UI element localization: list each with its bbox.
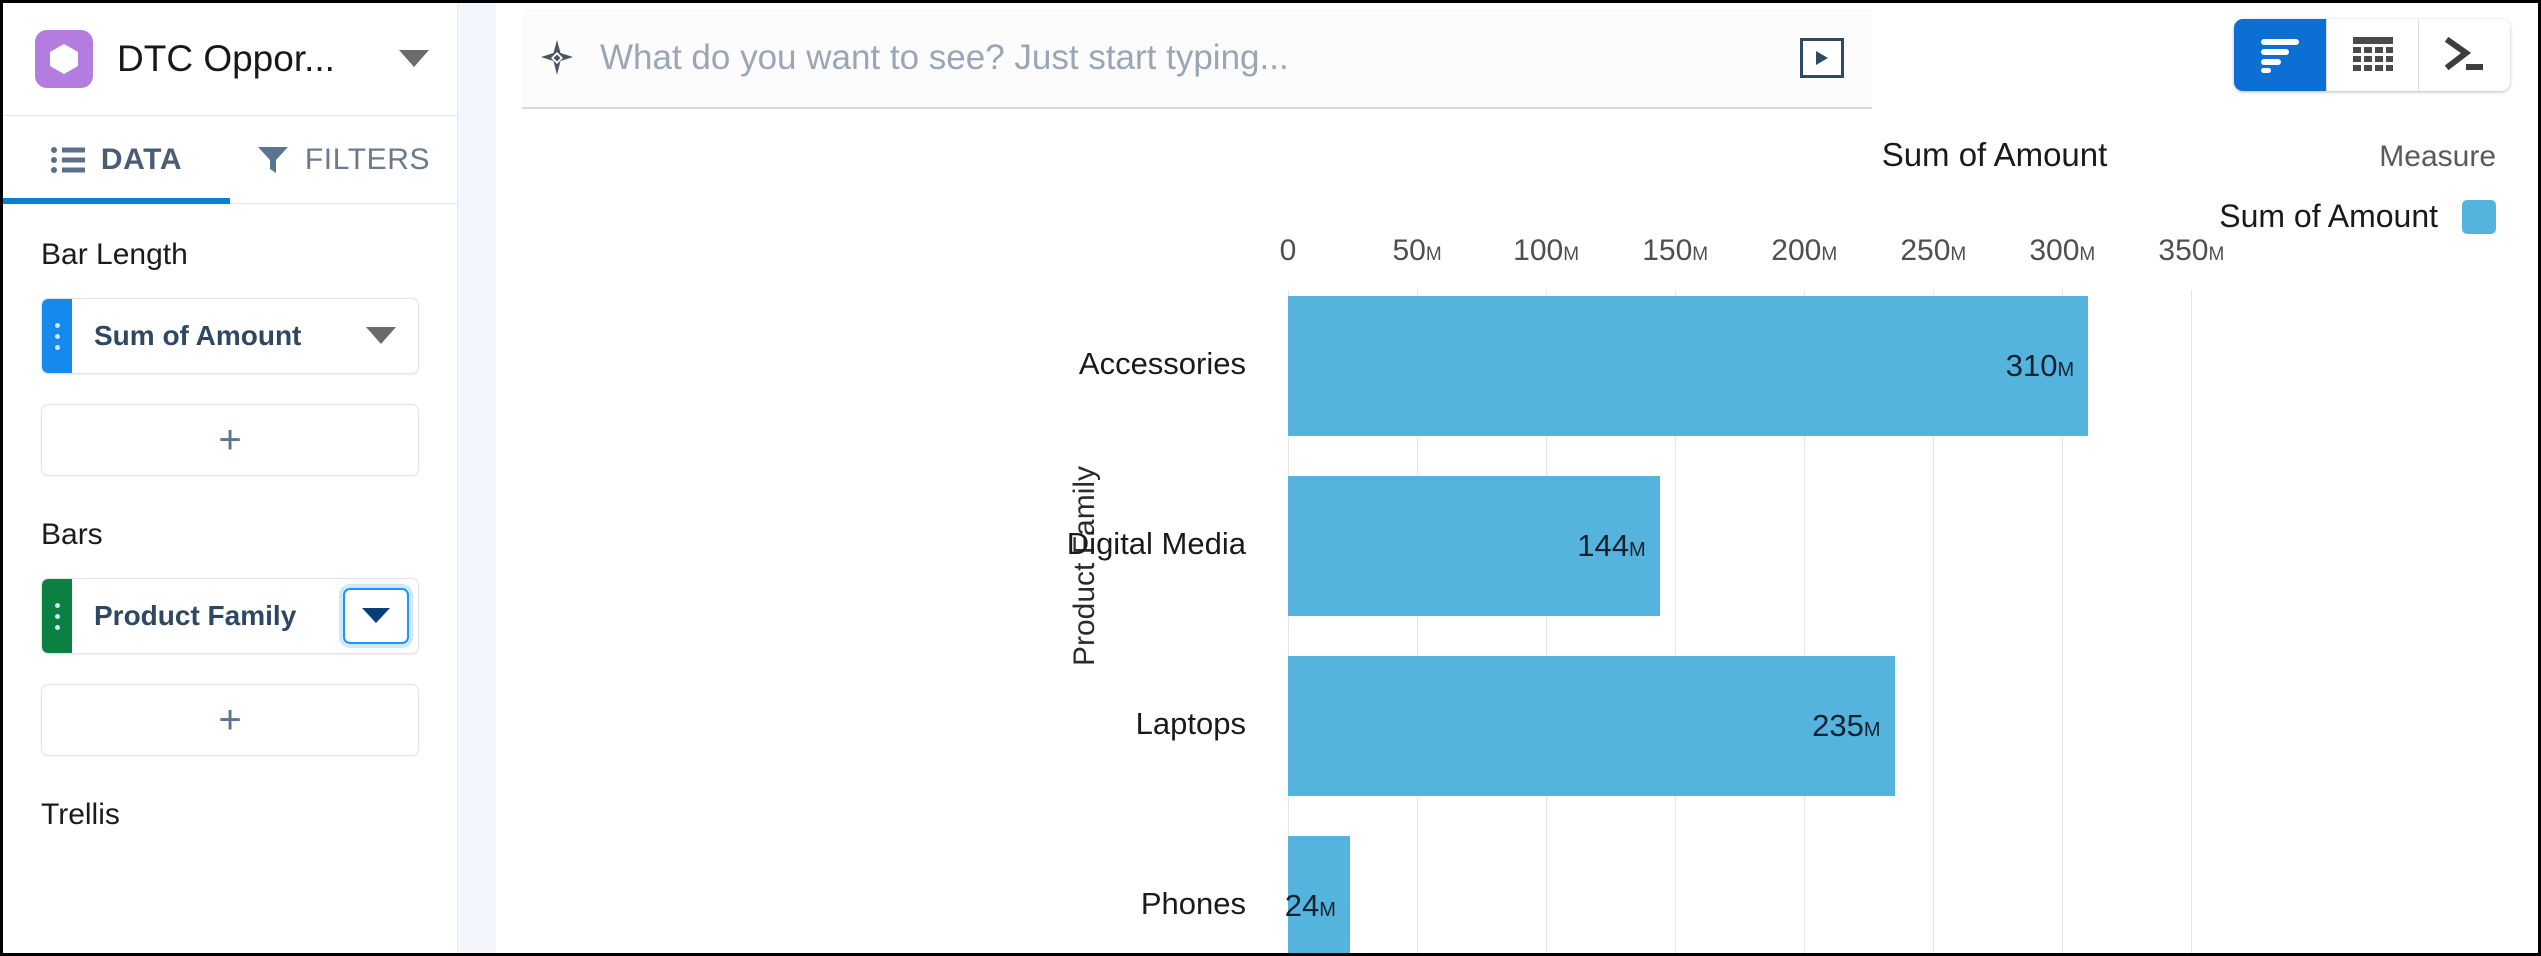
- legend-entry-label: Sum of Amount: [2219, 198, 2438, 234]
- bar-row: 235M: [1288, 656, 2243, 796]
- add-bar-length-button[interactable]: +: [41, 404, 419, 476]
- x-axis-tick: 150M: [1642, 234, 1709, 267]
- category-label: Accessories: [1078, 346, 1246, 381]
- add-bar-length-plus-icon: +: [218, 418, 242, 462]
- sparkle-icon: [536, 38, 578, 78]
- category-label: Laptops: [1135, 706, 1246, 741]
- dataset-title: DTC Oppor...: [117, 38, 335, 79]
- query-view-button[interactable]: [2418, 19, 2510, 91]
- funnel-icon: [257, 145, 289, 175]
- bar-value-label: 235M: [1812, 708, 1881, 743]
- chevron-down-icon[interactable]: [397, 42, 431, 76]
- dataset-header[interactable]: DTC Oppor...: [3, 3, 457, 116]
- bar[interactable]: 235M: [1288, 656, 1895, 796]
- search-input[interactable]: [578, 38, 1800, 78]
- pill-product-family[interactable]: Product Family: [41, 578, 419, 654]
- chart-area: Sum of Amount Measure Sum of Amount Prod…: [458, 116, 2538, 953]
- category-label: Phones: [1140, 886, 1246, 921]
- bar-row: 24M: [1284, 836, 2243, 953]
- pill-product-family-label: Product Family: [94, 600, 297, 631]
- bar-value-label: 144M: [1577, 528, 1646, 563]
- bar[interactable]: 24M: [1284, 836, 1350, 953]
- list-icon: [50, 146, 85, 173]
- tab-filters-label: FILTERS: [304, 142, 431, 176]
- add-bars-plus-icon: +: [218, 698, 242, 742]
- pill-sum-of-amount-chevron-down-icon[interactable]: [344, 299, 418, 373]
- x-axis-tick: 200M: [1771, 234, 1838, 267]
- chart-view-button[interactable]: [2234, 19, 2326, 91]
- section-label-bars: Bars: [41, 518, 103, 551]
- pill-product-family-chevron-down-icon[interactable]: [343, 588, 409, 644]
- plot-region: 0 50M 100M 150M 200M 250M 300M 350M 310M 144M 235…: [1280, 234, 2243, 953]
- run-play-icon[interactable]: [1800, 38, 1844, 78]
- legend-header: Measure: [2379, 140, 2496, 173]
- bar-row: 310M: [1288, 296, 2243, 436]
- bar-row: 144M: [1288, 476, 2243, 616]
- hexagon-logo-icon: [35, 30, 93, 88]
- bar-value-label: 310M: [2005, 348, 2075, 383]
- top-bar: [458, 3, 2538, 116]
- data-panel: Bar Length Sum of Amount + Bars Product …: [3, 204, 457, 953]
- category-label: Digital Media: [1066, 526, 1246, 561]
- chart-legend[interactable]: Sum of Amount: [2219, 198, 2496, 235]
- plot-inner: 310M144M235M24M25M: [1284, 290, 2243, 953]
- x-axis-tick: 0: [1279, 234, 1297, 267]
- section-label-trellis: Trellis: [41, 798, 120, 831]
- drag-handle-icon[interactable]: [42, 299, 72, 373]
- chart-title: Sum of Amount: [1881, 136, 2108, 173]
- section-label-bar-length: Bar Length: [41, 238, 188, 271]
- bar[interactable]: 144M: [1288, 476, 1660, 616]
- query-search-bar[interactable]: [522, 9, 1872, 109]
- table-view-button[interactable]: [2326, 19, 2418, 91]
- main-content: Sum of Amount Measure Sum of Amount Prod…: [458, 3, 2538, 953]
- pill-sum-of-amount-label: Sum of Amount: [94, 320, 302, 351]
- x-axis-tick: 250M: [1900, 234, 1967, 267]
- tab-data-label: DATA: [100, 142, 183, 176]
- x-axis-ticks: 0 50M 100M 150M 200M 250M 300M 350M: [1280, 234, 2243, 274]
- left-sidebar: DTC Oppor... DATA FILTERS Bar Length Sum…: [3, 3, 473, 953]
- pill-sum-of-amount[interactable]: Sum of Amount: [41, 298, 419, 374]
- x-axis-tick: 350M: [2158, 234, 2225, 267]
- add-bars-button[interactable]: +: [41, 684, 419, 756]
- bar-series: 310M144M235M24M25M: [1284, 290, 2243, 953]
- tab-data[interactable]: DATA: [3, 116, 230, 204]
- tab-filters[interactable]: FILTERS: [230, 116, 457, 203]
- bar-value-label: 24M: [1284, 888, 1336, 923]
- legend-color-swatch: [2462, 199, 2496, 234]
- x-axis-tick: 300M: [2029, 234, 2096, 267]
- view-mode-toolbar: [2234, 19, 2510, 91]
- x-axis-tick: 50M: [1392, 234, 1442, 267]
- sidebar-tabs: DATA FILTERS: [3, 116, 457, 204]
- category-axis: AccessoriesDigital MediaLaptopsPhonesTab…: [458, 290, 1268, 953]
- drag-handle-icon[interactable]: [42, 579, 72, 653]
- analytics-explorer-window: DTC Oppor... DATA FILTERS Bar Length Sum…: [0, 0, 2541, 956]
- bar[interactable]: 310M: [1288, 296, 2089, 436]
- x-axis-tick: 100M: [1513, 234, 1580, 267]
